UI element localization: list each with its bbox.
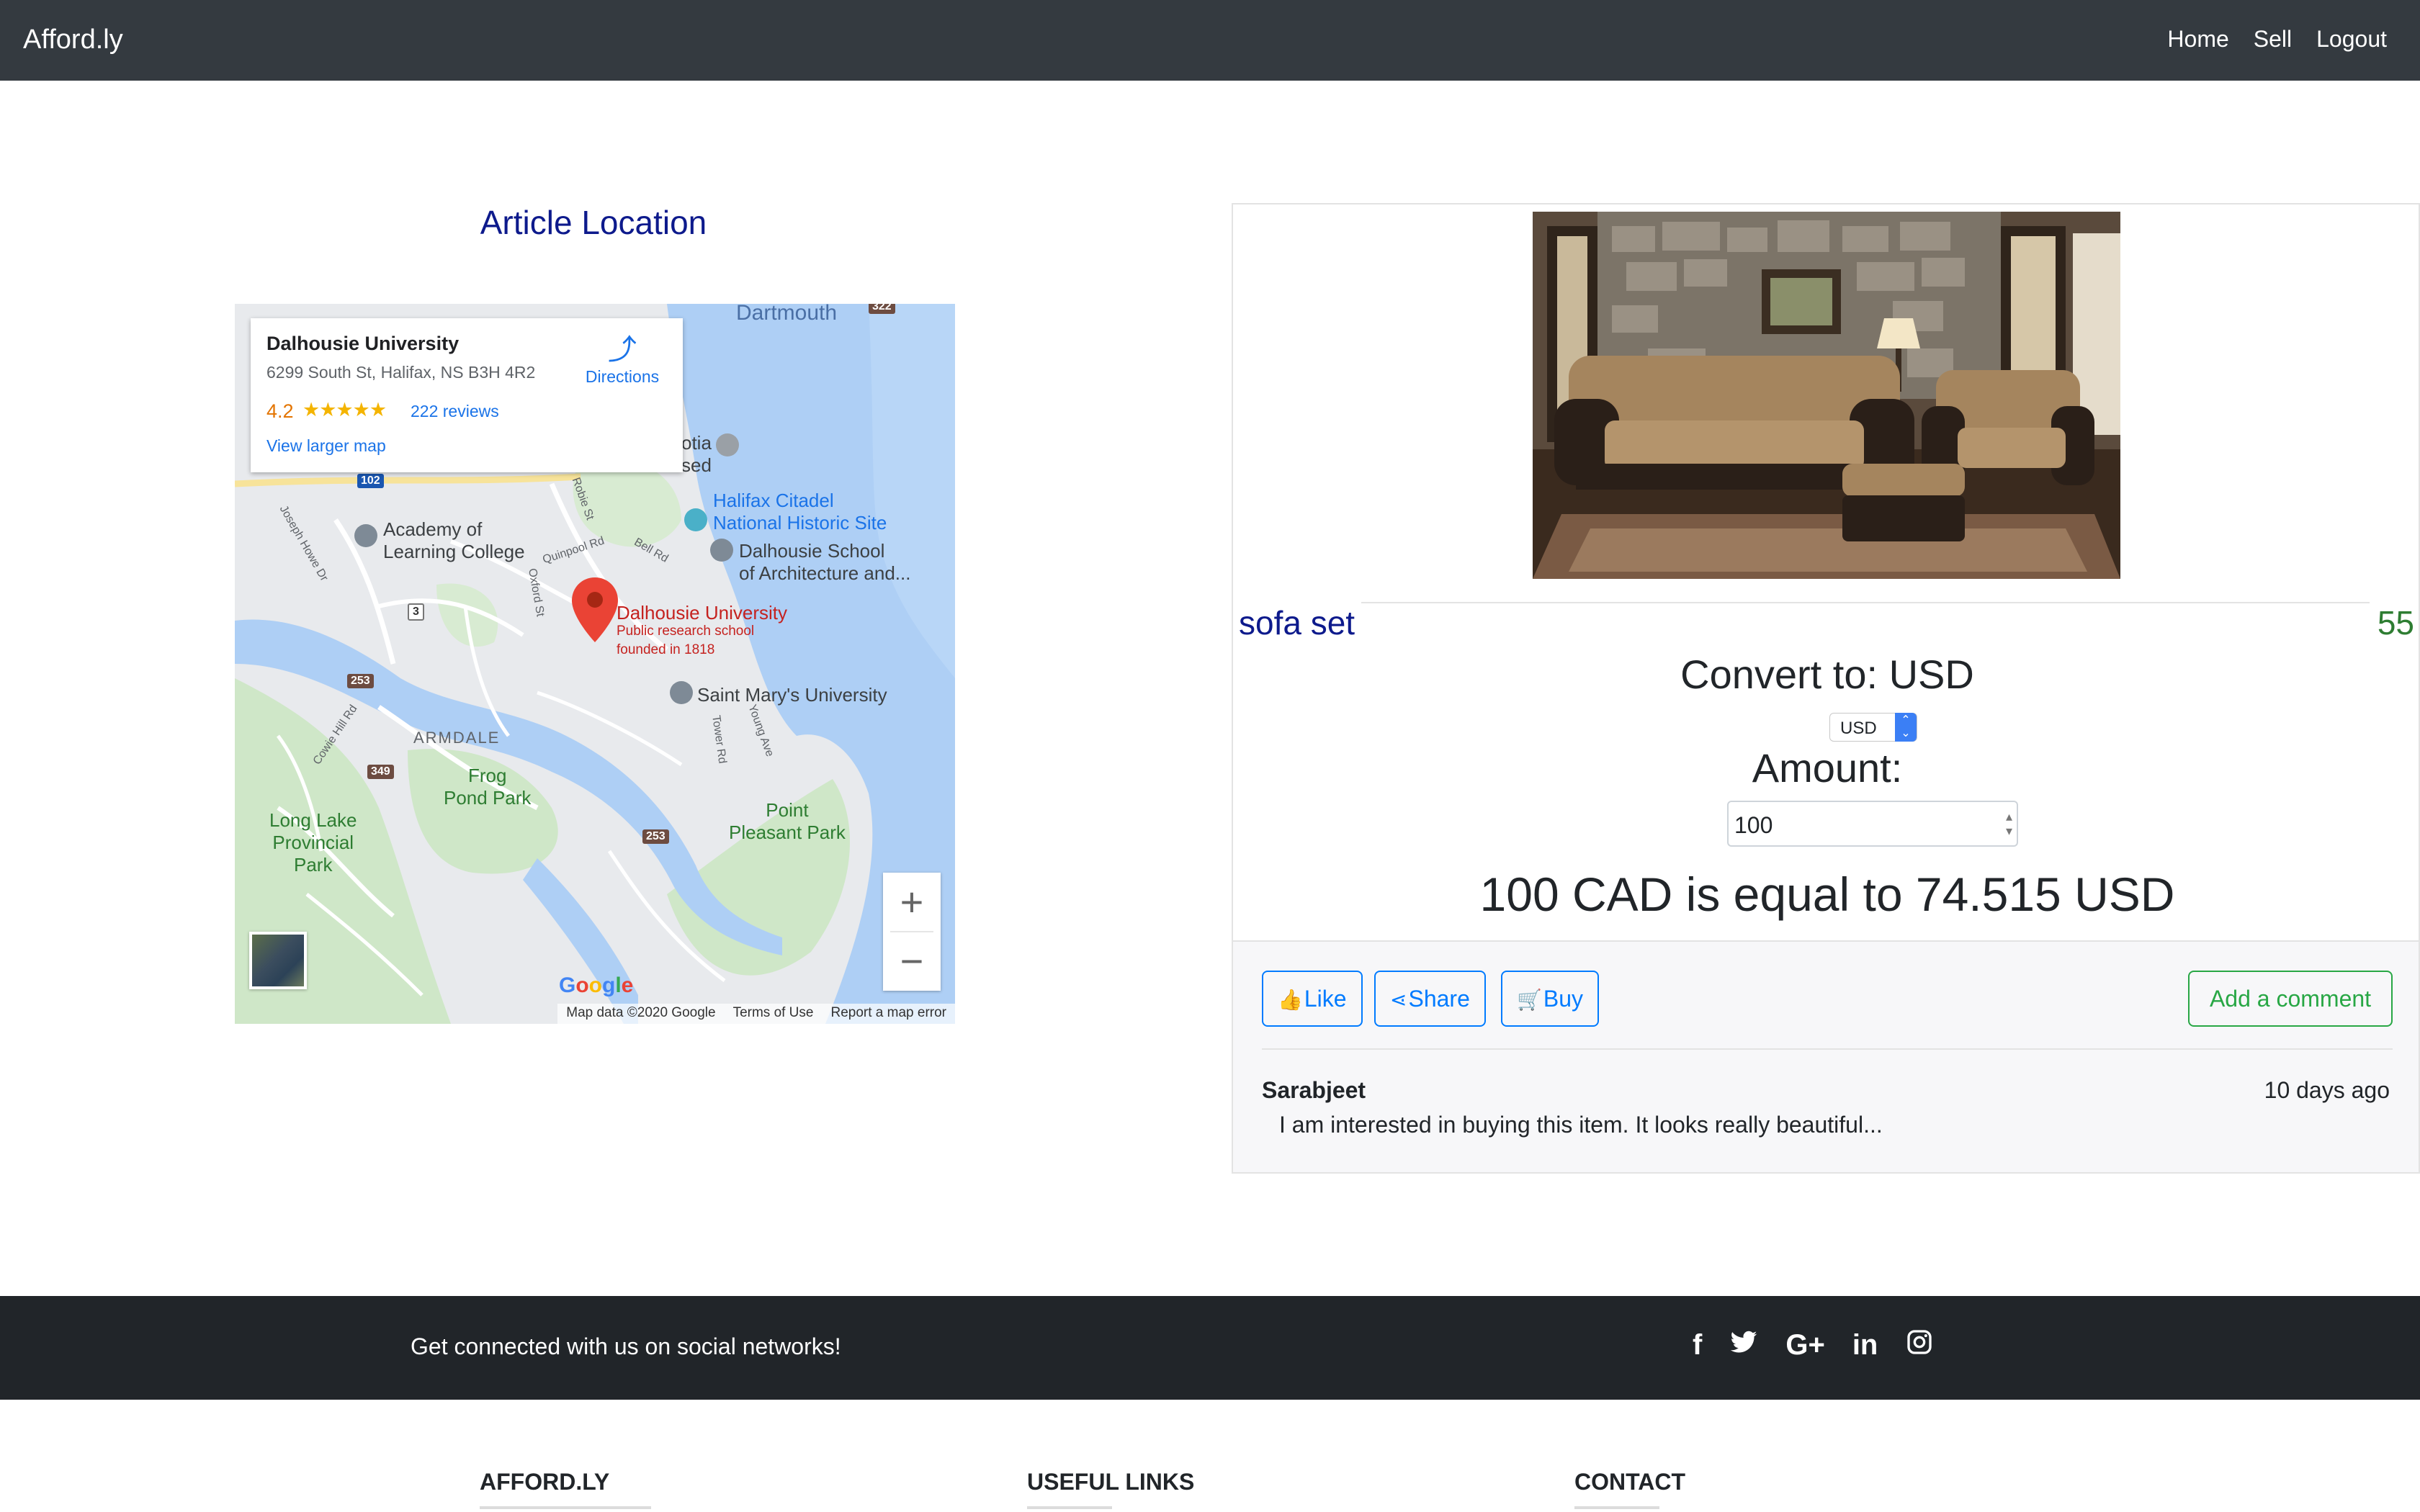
product-title: sofa set [1239, 604, 1355, 642]
map-title: Article Location [480, 204, 707, 241]
nav-links: Home Sell Logout [2167, 26, 2387, 53]
map-label-frog-pond: Frog Pond Park [444, 765, 532, 809]
route-349-sign: 349 [367, 765, 394, 779]
info-place-name: Dalhousie University [266, 333, 460, 354]
title-divider [1361, 602, 2370, 603]
convert-label: Convert to: USD [1680, 652, 1974, 697]
social-bar: Get connected with us on social networks… [0, 1296, 2420, 1400]
map-label-long-lake: Long Lake Provincial Park [269, 809, 357, 876]
linkedin-icon[interactable]: in [1852, 1328, 1878, 1364]
buy-label: Buy [1543, 986, 1584, 1012]
like-button[interactable]: 👍Like [1262, 971, 1363, 1027]
share-label: Share [1408, 986, 1470, 1012]
map-label-otia: otia sed [681, 432, 712, 476]
comment-timestamp: 10 days ago [2264, 1077, 2390, 1103]
comments-section: 👍Like ⋖Share 🛒Buy Add a comment Sarabjee… [1232, 942, 2420, 1174]
currency-select-value: USD [1840, 719, 1877, 738]
nav-home-link[interactable]: Home [2167, 26, 2228, 53]
social-icons: f G+ in [1693, 1328, 1934, 1364]
conversion-result: 100 CAD is equal to 74.515 USD [1479, 868, 2175, 921]
zoom-in-button[interactable]: + [883, 873, 941, 932]
buy-button[interactable]: 🛒Buy [1501, 971, 1600, 1027]
info-rating-value: 4.2 [266, 400, 294, 422]
twitter-icon[interactable] [1729, 1328, 1758, 1364]
route-253-sign-south: 253 [642, 829, 669, 844]
location-map[interactable]: Dartmouth Halifax Citadel National Histor… [235, 304, 955, 1024]
footer-heading-useful-links: USEFUL LINKS [1027, 1469, 1195, 1495]
map-info-card: Dalhousie University 6299 South St, Hali… [251, 318, 683, 472]
facebook-icon[interactable]: f [1693, 1328, 1702, 1364]
route-322-sign: 322 [869, 304, 895, 314]
product-price: 55 [2377, 604, 2414, 642]
directions-label: Directions [585, 367, 660, 386]
google-plus-icon[interactable]: G+ [1785, 1328, 1824, 1364]
nav-logout-link[interactable]: Logout [2316, 26, 2387, 53]
currency-select[interactable]: USD ⌃ ⌄ [1829, 713, 1917, 742]
directions-button[interactable]: ⤴ Directions [579, 333, 666, 387]
info-reviews-link[interactable]: 222 reviews [411, 402, 499, 421]
brand-logo[interactable]: Afford.ly [23, 24, 123, 55]
select-arrows-icon: ⌃ ⌄ [1895, 713, 1917, 742]
product-card: sofa set 55 Convert to: USD USD ⌃ ⌄ Amoun… [1232, 203, 2420, 942]
footer-heading-contact: CONTACT [1574, 1469, 1686, 1495]
comment-author: Sarabjeet [1262, 1077, 1366, 1103]
product-image [1533, 212, 2120, 579]
map-zoom-controls: + − [883, 873, 941, 991]
amount-label: Amount: [1752, 745, 1903, 791]
nav-sell-link[interactable]: Sell [2254, 26, 2292, 53]
footer-heading-underline [480, 1506, 651, 1509]
share-button[interactable]: ⋖Share [1374, 971, 1486, 1027]
sofa-image-illustration [1533, 212, 2120, 579]
stepper-icon[interactable]: ▴ ▾ [2006, 809, 2012, 838]
add-comment-button[interactable]: Add a comment [2188, 971, 2393, 1027]
map-label-point-pleasant: Point Pleasant Park [729, 799, 846, 843]
map-label-saint-marys: Saint Mary's University [697, 684, 887, 706]
comments-divider [1262, 1048, 2393, 1050]
route-3-sign: 3 [408, 603, 424, 621]
terms-of-use-link[interactable]: Terms of Use [733, 1005, 814, 1022]
map-label-dalhousie: Dalhousie University Public research scho… [617, 602, 787, 657]
map-label-citadel: Halifax Citadel National Historic Site [713, 490, 887, 534]
share-icon: ⋖ [1390, 989, 1407, 1011]
comment-text: I am interested in buying this item. It … [1279, 1112, 1883, 1138]
social-tagline: Get connected with us on social networks… [411, 1333, 841, 1359]
footer-heading-underline [1027, 1506, 1112, 1509]
top-navbar: Afford.ly Home Sell Logout [0, 0, 2420, 81]
route-253-sign: 253 [347, 674, 374, 688]
map-attribution-bar: Map data ©2020 Google Terms of Use Repor… [557, 1004, 955, 1024]
amount-input[interactable]: 100 ▴ ▾ [1727, 801, 2018, 847]
route-102-sign: 102 [357, 474, 384, 488]
map-label-dartmouth: Dartmouth [736, 304, 838, 325]
satellite-toggle-button[interactable] [249, 932, 307, 989]
thumbs-up-icon: 👍 [1278, 989, 1303, 1011]
like-label: Like [1304, 986, 1347, 1012]
footer-heading-underline [1574, 1506, 1659, 1509]
instagram-icon[interactable] [1905, 1328, 1934, 1364]
directions-icon: ⤴ [608, 334, 637, 366]
star-rating-icon: ★★★★★ [302, 399, 387, 420]
info-place-address: 6299 South St, Halifax, NS B3H 4R2 [266, 363, 536, 382]
zoom-out-button[interactable]: − [883, 932, 941, 991]
report-map-error-link[interactable]: Report a map error [830, 1005, 946, 1022]
google-logo: Google [559, 973, 634, 997]
map-label-armdale: ARMDALE [413, 729, 501, 747]
cart-icon: 🛒 [1517, 989, 1542, 1011]
footer-heading-affordly: AFFORD.LY [480, 1469, 610, 1495]
map-label-architecture: Dalhousie School of Architecture and... [739, 540, 911, 584]
map-label-academy: Academy of Learning College [383, 518, 525, 562]
map-data-attribution: Map data ©2020 Google [566, 1005, 716, 1020]
view-larger-map-link[interactable]: View larger map [266, 436, 386, 456]
amount-input-value: 100 [1734, 812, 1773, 838]
